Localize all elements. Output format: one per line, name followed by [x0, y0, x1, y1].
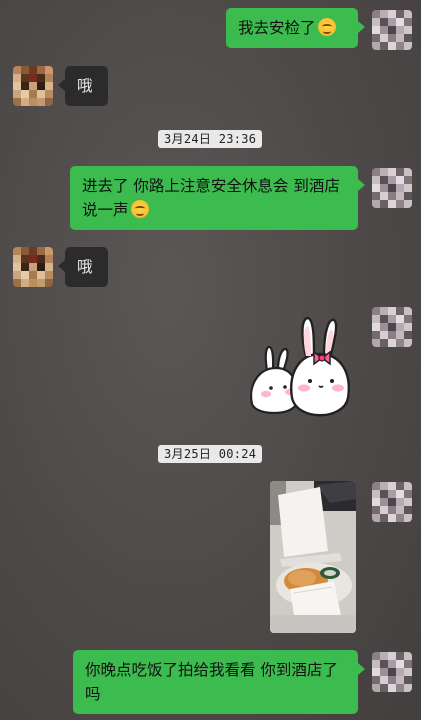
message-bubble-received[interactable]: 哦: [58, 247, 108, 287]
bunnies-sticker[interactable]: [240, 308, 358, 426]
timestamp: 3月24日 23:36: [158, 130, 263, 148]
face-icon: [317, 18, 336, 36]
message-bubble-sent[interactable]: 进去了 你路上注意安全休息会 到酒店说一声: [70, 166, 365, 230]
avatar-self[interactable]: [372, 168, 412, 208]
message-bubble-sent[interactable]: 我去安检了: [226, 8, 365, 48]
message-text: 哦: [77, 77, 93, 95]
message-text: 我去安检了: [238, 19, 316, 37]
face-icon: [130, 200, 149, 218]
food-photo[interactable]: [270, 481, 356, 633]
message-text: 进去了 你路上注意安全休息会 到酒店说一声: [82, 177, 340, 219]
avatar-self[interactable]: [372, 482, 412, 522]
avatar-self[interactable]: [372, 652, 412, 692]
timestamp: 3月25日 00:24: [158, 445, 263, 463]
avatar-self[interactable]: [372, 10, 412, 50]
message-bubble-sent[interactable]: 你晚点吃饭了拍给我看看 你到酒店了吗: [73, 650, 365, 714]
avatar-contact[interactable]: [13, 66, 53, 106]
avatar-self[interactable]: [372, 307, 412, 347]
message-text: 哦: [77, 258, 93, 276]
avatar-contact[interactable]: [13, 247, 53, 287]
message-bubble-received[interactable]: 哦: [58, 66, 108, 106]
message-text: 你晚点吃饭了拍给我看看 你到酒店了吗: [85, 661, 338, 703]
